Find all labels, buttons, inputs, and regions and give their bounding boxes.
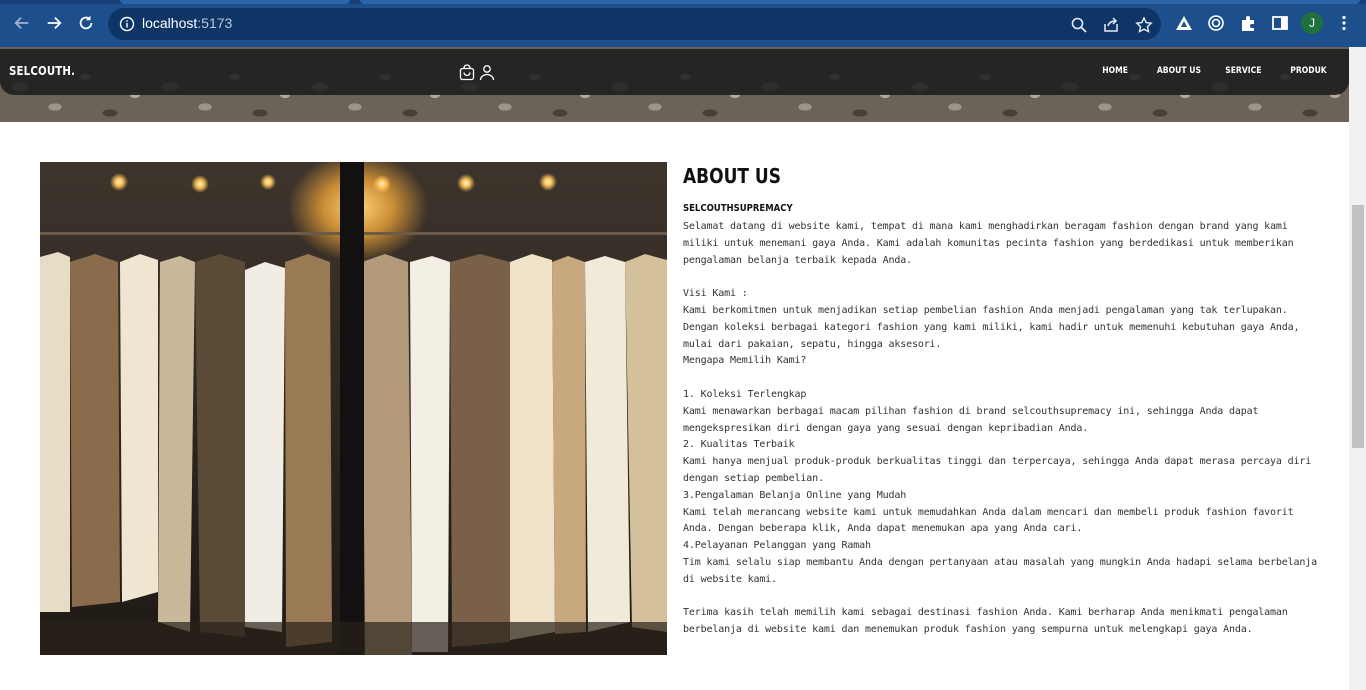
tab-strip-rest bbox=[360, 0, 1360, 4]
clothing-rack-photo bbox=[40, 162, 667, 655]
star-icon[interactable] bbox=[1135, 16, 1153, 34]
bag-icon[interactable] bbox=[459, 64, 475, 81]
extension-triangle-icon[interactable] bbox=[1175, 14, 1193, 32]
hero-banner: SELCOUTH. HOME ABOUT US SERVICE PRODUK bbox=[0, 47, 1349, 122]
about-subtitle: SELCOUTHSUPREMACY bbox=[683, 203, 793, 214]
about-thanks: Terima kasih telah memilih kami sebagai … bbox=[683, 607, 1288, 636]
page-scrollbar-thumb[interactable] bbox=[1352, 205, 1364, 448]
about-title: ABOUT US bbox=[683, 164, 781, 188]
about-visi: Visi Kami : Kami berkomitmen untuk menja… bbox=[683, 288, 1300, 367]
url-text[interactable]: localhost:5173 bbox=[142, 15, 232, 31]
nav-home[interactable]: HOME bbox=[1103, 66, 1129, 76]
forward-icon[interactable] bbox=[43, 12, 65, 34]
kebab-menu-icon[interactable] bbox=[1335, 14, 1353, 32]
reload-icon[interactable] bbox=[75, 12, 97, 34]
address-bar[interactable]: localhost:5173 bbox=[108, 8, 1161, 40]
zoom-icon[interactable] bbox=[1070, 16, 1088, 34]
profile-initial: J bbox=[1309, 16, 1315, 30]
puzzle-icon[interactable] bbox=[1239, 14, 1257, 32]
info-icon[interactable] bbox=[119, 16, 135, 32]
share-icon[interactable] bbox=[1102, 16, 1120, 34]
nav-produk[interactable]: PRODUK bbox=[1290, 66, 1326, 76]
about-intro: Selamat datang di website kami, tempat d… bbox=[683, 221, 1294, 266]
nav-service[interactable]: SERVICE bbox=[1226, 66, 1262, 76]
back-icon[interactable] bbox=[11, 12, 33, 34]
profile-avatar[interactable]: J bbox=[1301, 12, 1323, 34]
nav-about-us[interactable]: ABOUT US bbox=[1156, 66, 1200, 76]
brand-logo[interactable]: SELCOUTH. bbox=[9, 64, 75, 78]
navbar-icons bbox=[459, 64, 495, 81]
browser-toolbar: localhost:5173 J bbox=[0, 0, 1366, 47]
site-navbar: SELCOUTH. HOME ABOUT US SERVICE PRODUK bbox=[0, 49, 1349, 95]
sidepanel-icon[interactable] bbox=[1271, 14, 1289, 32]
about-reasons: 1. Koleksi Terlengkap Kami menawarkan be… bbox=[683, 388, 1318, 585]
main-menu: HOME ABOUT US SERVICE PRODUK bbox=[1100, 66, 1330, 76]
about-section: ABOUT US SELCOUTHSUPREMACY Selamat datan… bbox=[683, 162, 1323, 639]
user-icon[interactable] bbox=[479, 64, 495, 81]
extension-target-icon[interactable] bbox=[1207, 14, 1225, 32]
tab-strip-active bbox=[120, 0, 350, 4]
